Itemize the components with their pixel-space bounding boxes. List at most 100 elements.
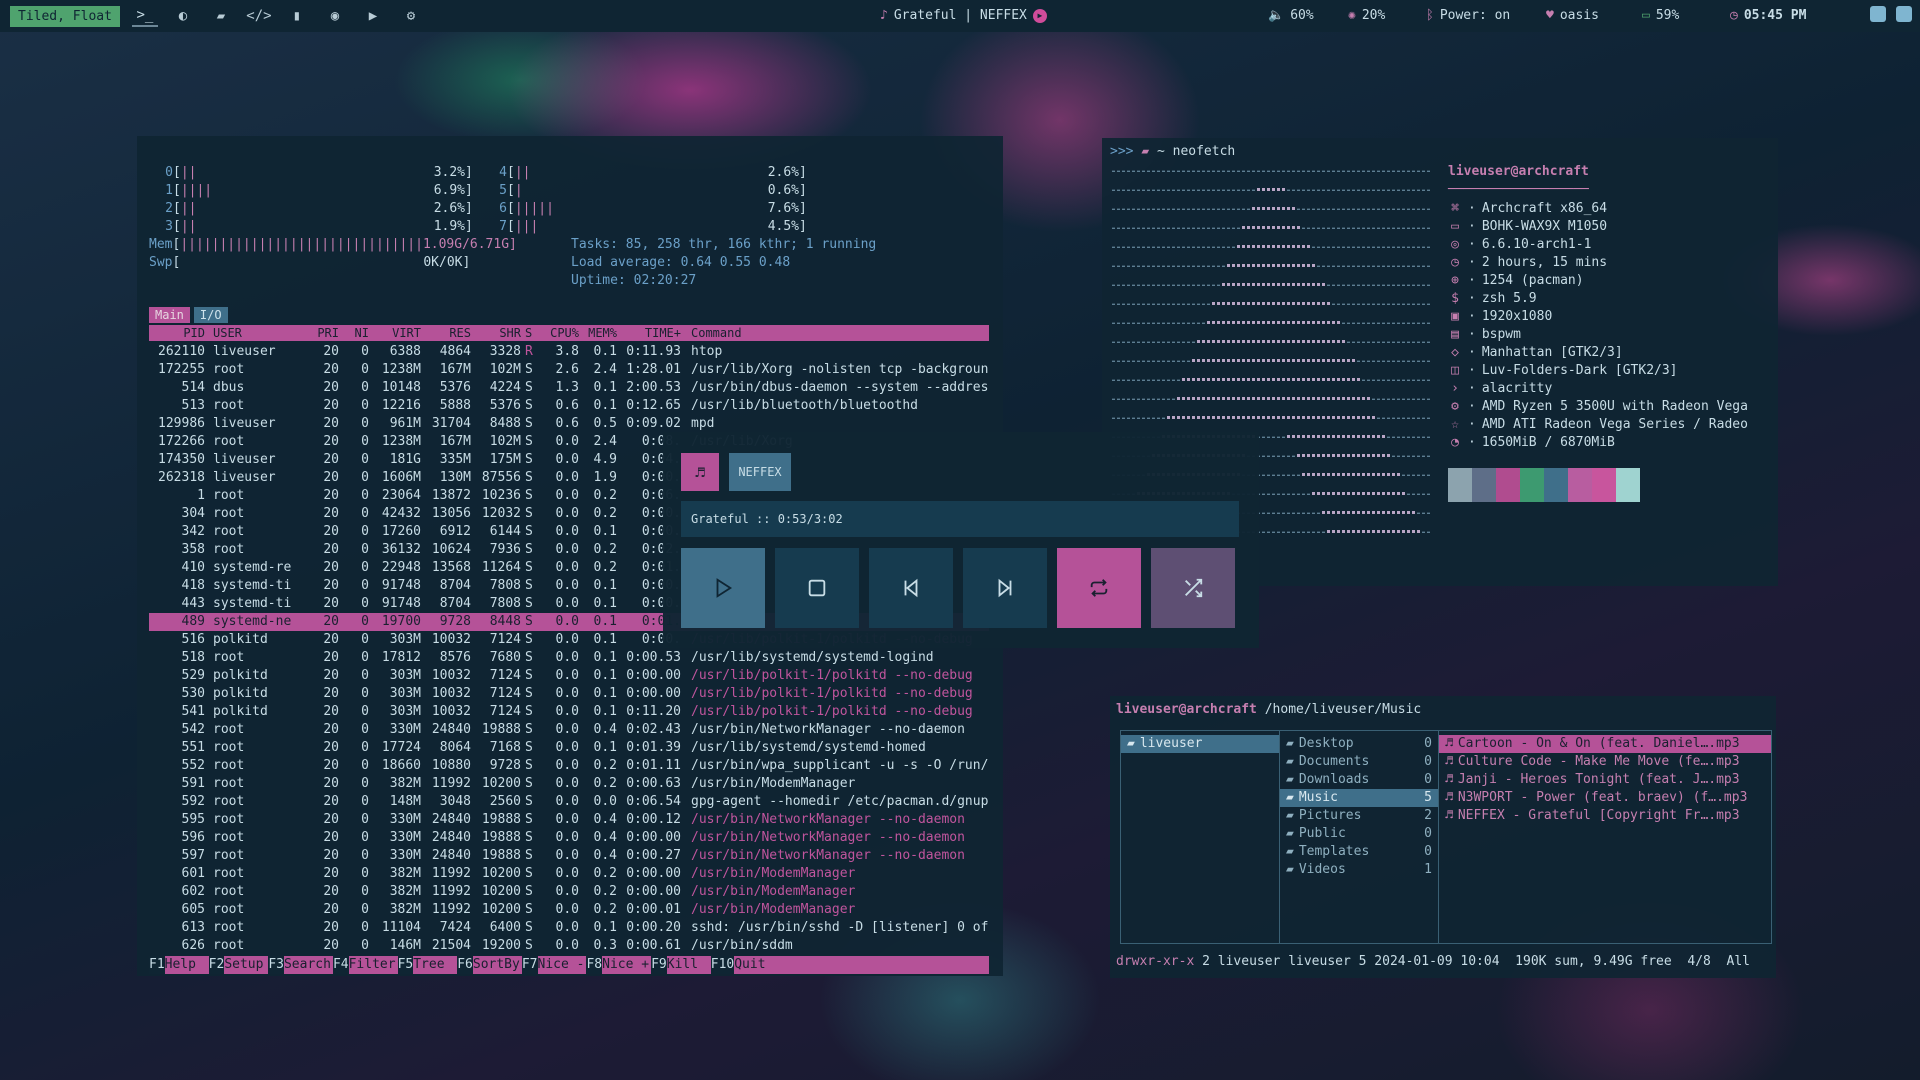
fm-dir-item[interactable]: ▰ Desktop 0	[1280, 735, 1438, 753]
process-row[interactable]: 552 root 20 0 18660 10880 9728 S 0.0 0.2 0:01.11/u…	[149, 757, 989, 775]
fm-dir-item[interactable]: ▰ Music 5	[1280, 789, 1438, 807]
function-key-f6[interactable]: F6 SortBy	[457, 956, 522, 974]
bluetooth-widget[interactable]: ᛒ Power: on	[1426, 8, 1510, 23]
htop-load: Load average: 0.64 0.55 0.48	[571, 255, 791, 270]
network-widget[interactable]: ♥ oasis	[1546, 8, 1599, 23]
column-header[interactable]: SHR	[473, 325, 521, 341]
terminal-icon[interactable]: >_	[131, 5, 158, 27]
process-row[interactable]: 596 root 20 0 330M 24840 19888 S 0.0 0.4 0:00.00/u…	[149, 829, 989, 847]
function-key-f9[interactable]: F9 Kill	[651, 956, 711, 974]
browser-icon[interactable]: ◐	[170, 6, 196, 26]
function-key-f5[interactable]: F5 Tree	[397, 956, 458, 974]
process-row[interactable]: 129986 liveuser 20 0 961M 31704 8488 S 0.6 0.5 0:0…	[149, 415, 989, 433]
next-button[interactable]	[963, 548, 1047, 628]
function-key-f10[interactable]: F10 Quit	[710, 956, 776, 974]
process-row[interactable]: 541 polkitd 20 0 303M 10032 7124 S 0.0 0.1 0:11.20…	[149, 703, 989, 721]
tab-main[interactable]: Main	[149, 307, 190, 323]
info-text: 6.6.10-arch1-1	[1481, 237, 1592, 252]
process-row[interactable]: 518 root 20 0 17812 8576 7680 S 0.0 0.1 0:00.53/us…	[149, 649, 989, 667]
fm-dir-item[interactable]: ▰ Templates 0	[1280, 843, 1438, 861]
fm-dir-item[interactable]: ▰ Pictures 2	[1280, 807, 1438, 825]
previous-button[interactable]	[869, 548, 953, 628]
column-header[interactable]: MEM%	[581, 325, 617, 341]
fm-file-item[interactable]: ♬ Janji - Heroes Tonight (feat. J….mp3	[1439, 771, 1771, 789]
process-cell: /usr/bin/NetworkManager --no-daemon	[691, 812, 965, 827]
battery-widget[interactable]: ▭ 59%	[1642, 8, 1679, 23]
process-row[interactable]: 591 root 20 0 382M 11992 10200 S 0.0 0.2 0:00.63/u…	[149, 775, 989, 793]
function-key-f1[interactable]: F1 Help	[149, 956, 209, 974]
fm-file-item[interactable]: ♬ Cartoon - On & On (feat. Daniel….mp3	[1439, 735, 1771, 753]
fm-dir-item[interactable]: ▰ Documents 0	[1280, 753, 1438, 771]
process-row[interactable]: 530 polkitd 20 0 303M 10032 7124 S 0.0 0.1 0:00.00…	[149, 685, 989, 703]
process-row[interactable]: 592 root 20 0 148M 3048 2560 S 0.0 0.0 0:06.54 gpg-…	[149, 793, 989, 811]
stop-button[interactable]	[775, 548, 859, 628]
process-row[interactable]: 262110 liveuser 20 0 6388 4864 3328 R 3.8 0.1 0:11…	[149, 343, 989, 361]
power-tray-icon[interactable]	[1896, 6, 1912, 22]
column-header[interactable]: Command	[691, 325, 989, 341]
column-header[interactable]: TIME+	[623, 325, 681, 341]
telegram-tray-icon[interactable]	[1870, 6, 1886, 22]
column-header[interactable]: CPU%	[539, 325, 579, 341]
repeat-button[interactable]	[1057, 548, 1141, 628]
clock-widget[interactable]: ◷ 05:45 PM	[1730, 8, 1806, 23]
process-cell: 0:00.00	[626, 830, 681, 845]
notes-icon[interactable]: ▮	[284, 6, 310, 26]
ranger-file-manager[interactable]: liveuser@archcraft /home/liveuser/Music …	[1110, 696, 1776, 978]
process-row[interactable]: 513 root 20 0 12216 5888 5376 S 0.6 0.1 0:12.65/us…	[149, 397, 989, 415]
column-header[interactable]: PID	[149, 325, 205, 341]
palette-swatch	[1520, 468, 1544, 502]
fm-dir-item[interactable]: ▰ Public 0	[1280, 825, 1438, 843]
column-header[interactable]: S	[525, 325, 537, 341]
fm-file-item[interactable]: ♬ NEFFEX - Grateful [Copyright Fr….mp3	[1439, 807, 1771, 825]
process-cell: root	[213, 524, 245, 539]
code-editor-icon[interactable]: </>	[246, 6, 272, 26]
process-row[interactable]: 613 root 20 0 11104 7424 6400 S 0.0 0.1 0:00.20 ssh…	[149, 919, 989, 937]
cpu-bars: |	[514, 183, 523, 198]
volume-widget[interactable]: 🔈 60%	[1268, 8, 1314, 23]
shuffle-button[interactable]	[1151, 548, 1235, 628]
column-header[interactable]: RES	[423, 325, 471, 341]
now-playing-widget[interactable]: ♪ Grateful | NEFFEX ▶	[880, 8, 1047, 23]
column-header[interactable]: PRI	[305, 325, 339, 341]
process-cell: 17812	[381, 650, 421, 665]
function-key-f2[interactable]: F2 Setup	[208, 956, 269, 974]
play-icon[interactable]: ▶	[1032, 8, 1047, 23]
youtube-icon[interactable]: ▶	[360, 6, 386, 26]
process-cell: 19888	[481, 722, 521, 737]
process-row[interactable]: 601 root 20 0 382M 11992 10200 S 0.0 0.2 0:00.00/u…	[149, 865, 989, 883]
fm-file-item[interactable]: ♬ Culture Code - Make Me Move (fe….mp3	[1439, 753, 1771, 771]
column-header[interactable]: USER	[213, 325, 303, 341]
fm-file-item[interactable]: ♬ N3WPORT - Power (feat. braev) (f….mp3	[1439, 789, 1771, 807]
process-row[interactable]: 626 root 20 0 146M 21504 19200 S 0.0 0.3 0:00.61/u…	[149, 937, 989, 955]
process-row[interactable]: 595 root 20 0 330M 24840 19888 S 0.0 0.4 0:00.12/u…	[149, 811, 989, 829]
chat-icon[interactable]: ◉	[322, 6, 348, 26]
process-row[interactable]: 529 polkitd 20 0 303M 10032 7124 S 0.0 0.1 0:00.00…	[149, 667, 989, 685]
function-key-f7[interactable]: F7 Nice -	[521, 956, 587, 974]
settings-gear-icon[interactable]: ⚙	[398, 6, 424, 26]
process-row[interactable]: 542 root 20 0 330M 24840 19888 S 0.0 0.4 0:02.43/u…	[149, 721, 989, 739]
folder-icon[interactable]: ▰	[208, 6, 234, 26]
process-cell: 3328	[489, 344, 521, 359]
process-row[interactable]: 602 root 20 0 382M 11992 10200 S 0.0 0.2 0:00.00/u…	[149, 883, 989, 901]
layout-mode-badge[interactable]: Tiled, Float	[10, 5, 120, 27]
column-header[interactable]: VIRT	[371, 325, 421, 341]
column-header[interactable]: NI	[345, 325, 369, 341]
process-row[interactable]: 551 root 20 0 17724 8064 7168 S 0.0 0.1 0:01.39/us…	[149, 739, 989, 757]
process-row[interactable]: 605 root 20 0 382M 11992 10200 S 0.0 0.2 0:00.01/u…	[149, 901, 989, 919]
process-row[interactable]: 172255 root 20 0 1238M 167M 102M S 2.6 2.4 1:28.01…	[149, 361, 989, 379]
brightness-widget[interactable]: ✺ 20%	[1348, 8, 1385, 23]
process-cell: 11264	[481, 560, 521, 575]
fm-parent-item[interactable]: ▰ liveuser	[1121, 735, 1279, 753]
process-cell: 0:00.53	[626, 650, 681, 665]
fm-dir-item[interactable]: ▰ Videos 1	[1280, 861, 1438, 879]
fm-dir-item[interactable]: ▰ Downloads 0	[1280, 771, 1438, 789]
function-key-f8[interactable]: F8 Nice +	[586, 956, 651, 974]
tab-io[interactable]: I/O	[193, 307, 228, 323]
function-key-f4[interactable]: F4 Filter	[332, 956, 398, 974]
function-key-f3[interactable]: F3 Search	[268, 956, 333, 974]
music-player-popup[interactable]: ♬ NEFFEX Grateful :: 0:53/3:02	[663, 432, 1259, 648]
process-row[interactable]: 597 root 20 0 330M 24840 19888 S 0.0 0.4 0:00.27/u…	[149, 847, 989, 865]
process-cell: /usr/bin/ModemManager	[691, 902, 856, 917]
process-row[interactable]: 514 dbus 20 0 10148 5376 4224 S 1.3 0.1 2:00.53/us…	[149, 379, 989, 397]
play-button[interactable]	[681, 548, 765, 628]
